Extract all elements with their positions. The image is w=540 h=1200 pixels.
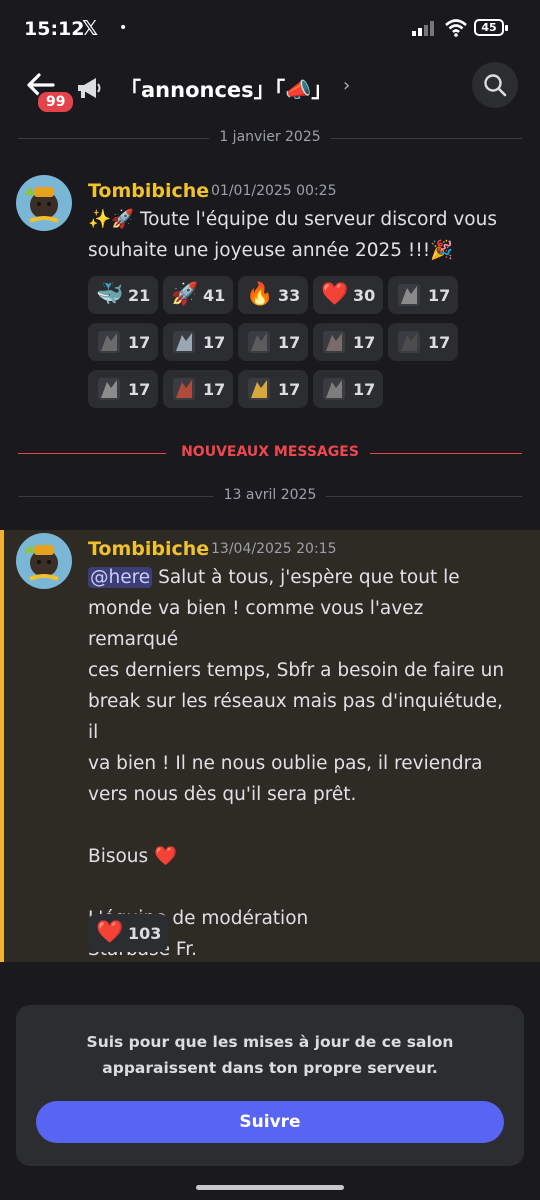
reaction-count: 17 xyxy=(428,332,451,352)
reaction-custom-emoji-1[interactable]: 17 xyxy=(388,276,458,314)
notification-dot-icon: • xyxy=(119,20,128,36)
custom-emoji-7-icon xyxy=(96,376,122,402)
reaction-whale-emoji[interactable]: 🐳 21 xyxy=(88,276,158,314)
message-line: ces derniers temps, Sbfr a besoin de fai… xyxy=(88,660,505,681)
chevron-right-icon[interactable]: › xyxy=(343,75,350,96)
author-name[interactable]: Tombibiche xyxy=(88,538,209,560)
reaction-count: 30 xyxy=(353,285,376,305)
custom-emoji-2-icon xyxy=(96,329,122,355)
reaction-custom-emoji-3[interactable]: 17 xyxy=(163,323,233,361)
battery-icon: 45 xyxy=(474,19,508,36)
whale-emoji-icon: 🐳 xyxy=(96,282,124,307)
x-app-icon: 𝕏 xyxy=(82,16,99,40)
reaction-fire-emoji[interactable]: 🔥 33 xyxy=(238,276,308,314)
reaction-count: 41 xyxy=(203,285,226,305)
channel-header: 99 「annonces」「📣」 › xyxy=(0,58,540,122)
reaction-heart-emoji[interactable]: ❤️ 30 xyxy=(313,276,383,314)
date-divider: 1 janvier 2025 xyxy=(18,129,522,149)
message-line: Salut à tous, j'espère que tout le xyxy=(152,567,460,588)
signal-icon xyxy=(412,21,434,36)
message-line: break sur les réseaux mais pas d'inquiét… xyxy=(88,691,503,743)
wifi-icon xyxy=(445,19,467,37)
reaction-count: 17 xyxy=(278,379,301,399)
message-line: monde va bien ! comme vous l'avez remarq… xyxy=(88,598,424,650)
status-bar: 15:12 𝕏 • 45 xyxy=(0,0,540,58)
here-mention[interactable]: @here xyxy=(88,567,153,588)
reaction-custom-emoji-4[interactable]: 17 xyxy=(238,323,308,361)
message-line: souhaite une joyeuse année 2025 !!!🎉 xyxy=(88,240,454,261)
heart-emoji-icon: ❤️ xyxy=(321,282,349,307)
announcement-channel-icon xyxy=(78,78,101,98)
reaction-count: 17 xyxy=(278,332,301,352)
custom-emoji-9-icon xyxy=(246,376,272,402)
reaction-count: 21 xyxy=(128,285,151,305)
message-line: va bien ! Il ne nous oublie pas, il revi… xyxy=(88,753,483,774)
reaction-custom-emoji-6[interactable]: 17 xyxy=(388,323,458,361)
status-time: 15:12 xyxy=(24,18,85,40)
reaction-custom-emoji-5[interactable]: 17 xyxy=(313,323,383,361)
reaction-count: 17 xyxy=(353,332,376,352)
search-button[interactable] xyxy=(472,62,518,108)
custom-emoji-4-icon xyxy=(246,329,272,355)
date-divider: 13 avril 2025 xyxy=(18,487,522,507)
custom-emoji-10-icon xyxy=(321,376,347,402)
message-content: @here Salut à tous, j'espère que tout le… xyxy=(88,562,518,965)
message-content: ✨🚀 Toute l'équipe du serveur discord vou… xyxy=(88,204,518,266)
reaction-count: 17 xyxy=(203,379,226,399)
reaction-custom-emoji-10[interactable]: 17 xyxy=(313,370,383,408)
message-timestamp: 13/04/2025 20:15 xyxy=(211,541,337,557)
custom-emoji-1-icon xyxy=(396,282,422,308)
custom-emoji-6-icon xyxy=(396,329,422,355)
reaction-heart[interactable]: ❤️ 103 xyxy=(88,914,168,952)
search-icon xyxy=(484,74,507,97)
reaction-custom-emoji-2[interactable]: 17 xyxy=(88,323,158,361)
reaction-custom-emoji-7[interactable]: 17 xyxy=(88,370,158,408)
follow-description: Suis pour que les mises à jour de ce sal… xyxy=(86,1033,454,1077)
reaction-count: 17 xyxy=(128,379,151,399)
message-line: vers nous dès qu'il sera prêt. xyxy=(88,784,357,805)
date-divider-label: 1 janvier 2025 xyxy=(209,129,331,145)
message-timestamp: 01/01/2025 00:25 xyxy=(211,183,337,199)
author-name[interactable]: Tombibiche xyxy=(88,180,209,202)
custom-emoji-5-icon xyxy=(321,329,347,355)
home-indicator[interactable] xyxy=(196,1185,344,1190)
follow-button[interactable]: Suivre xyxy=(36,1101,504,1143)
reaction-count: 17 xyxy=(128,332,151,352)
heart-emoji-icon: ❤️ xyxy=(96,920,124,945)
date-divider-label: 13 avril 2025 xyxy=(213,487,327,503)
reaction-count: 103 xyxy=(128,923,162,943)
follow-channel-card: Suis pour que les mises à jour de ce sal… xyxy=(16,1005,524,1166)
new-messages-divider: NOUVEAUX MESSAGES xyxy=(18,444,522,464)
new-messages-label: NOUVEAUX MESSAGES xyxy=(181,444,359,460)
reaction-count: 17 xyxy=(353,379,376,399)
message-line: Bisous ❤️ xyxy=(88,846,178,867)
reaction-count: 17 xyxy=(203,332,226,352)
custom-emoji-8-icon xyxy=(171,376,197,402)
reaction-count: 17 xyxy=(428,285,451,305)
unread-badge: 99 xyxy=(36,90,76,114)
message-line: ✨🚀 Toute l'équipe du serveur discord vou… xyxy=(88,209,497,230)
avatar[interactable] xyxy=(16,533,72,589)
fire-emoji-icon: 🔥 xyxy=(246,282,274,307)
avatar[interactable] xyxy=(16,175,72,231)
custom-emoji-3-icon xyxy=(171,329,197,355)
channel-title[interactable]: 「annonces」「📣」 xyxy=(120,74,332,104)
reaction-rocket-emoji[interactable]: 🚀 41 xyxy=(163,276,233,314)
reaction-custom-emoji-9[interactable]: 17 xyxy=(238,370,308,408)
reaction-count: 33 xyxy=(278,285,301,305)
reaction-custom-emoji-8[interactable]: 17 xyxy=(163,370,233,408)
rocket-emoji-icon: 🚀 xyxy=(171,282,199,307)
